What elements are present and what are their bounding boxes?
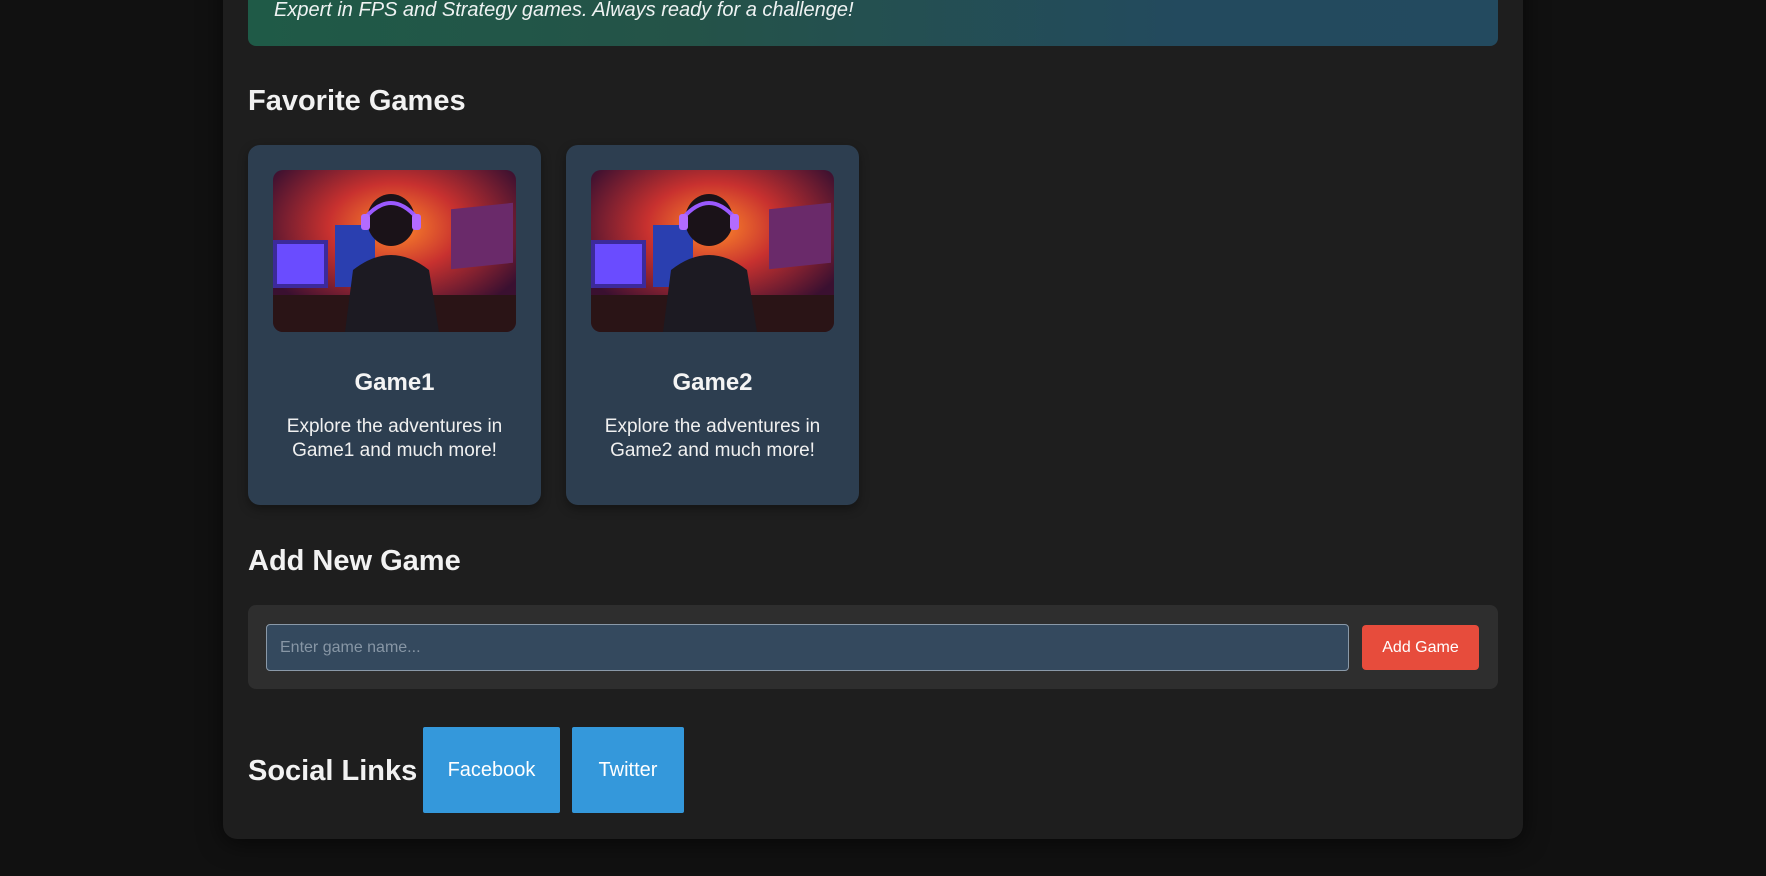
bio-banner: Expert in FPS and Strategy games. Always… <box>248 0 1498 46</box>
twitter-link-button[interactable]: Twitter <box>572 727 684 813</box>
facebook-link-button[interactable]: Facebook <box>423 727 560 813</box>
game-thumbnail <box>591 170 834 332</box>
game-title: Game1 <box>354 369 435 396</box>
game-name-input[interactable] <box>266 624 1349 671</box>
game-description: Explore the adventures in Game1 and much… <box>286 416 503 461</box>
social-links-heading: Social Links <box>248 755 418 787</box>
add-game-button[interactable]: Add Game <box>1362 625 1479 670</box>
profile-container: Expert in FPS and Strategy games. Always… <box>223 0 1523 839</box>
add-game-form: Add Game <box>248 605 1498 689</box>
game-title: Game2 <box>672 369 753 396</box>
bio-text: Expert in FPS and Strategy games. Always… <box>274 0 854 21</box>
add-game-heading: Add New Game <box>248 545 461 577</box>
game-card[interactable]: Game1 Explore the adventures in Game1 an… <box>248 145 541 505</box>
game-card[interactable]: Game2 Explore the adventures in Game2 an… <box>566 145 859 505</box>
favorite-games-heading: Favorite Games <box>248 85 466 117</box>
game-description: Explore the adventures in Game2 and much… <box>604 416 821 461</box>
game-thumbnail <box>273 170 516 332</box>
